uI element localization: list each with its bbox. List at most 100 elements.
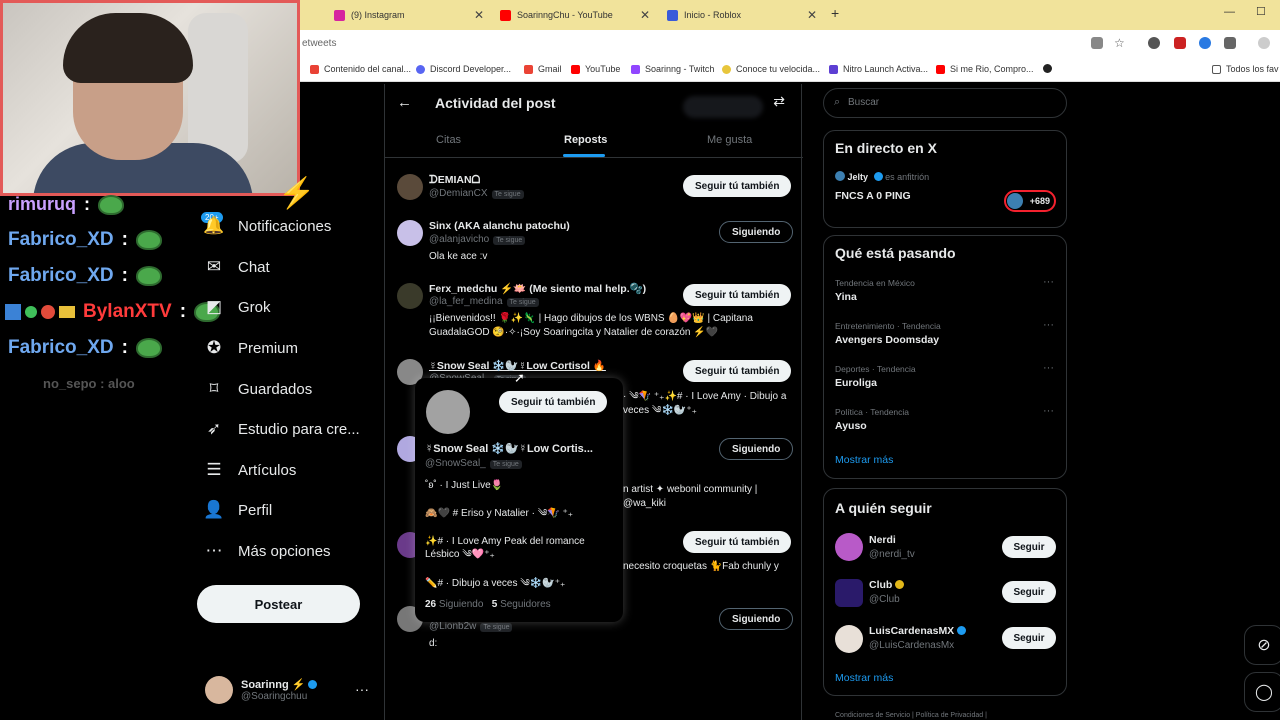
puzzle-icon[interactable] (1224, 37, 1236, 49)
nav-item-notifications[interactable]: 🔔 Notificaciones (200, 216, 331, 236)
follow-button[interactable]: Seguir (1002, 627, 1056, 649)
footer-links[interactable]: Condiciones de Servicio | Política de Pr… (835, 712, 987, 719)
user-bio: · ༄🪁 ⁺₊✨# · I Love Amy · Dibujo a veces … (623, 391, 787, 416)
messages-shortcut-icon[interactable]: ◯ (1244, 672, 1280, 712)
bookmark-item[interactable]: Gmail (524, 64, 562, 74)
follow-back-button[interactable]: Seguir tú también (683, 175, 792, 197)
close-icon[interactable]: ✕ (640, 8, 650, 22)
bookmark-item[interactable]: Contenido del canal... (310, 64, 411, 74)
more-options-icon: ⋯ (205, 541, 223, 560)
avatar (835, 533, 863, 561)
more-icon[interactable]: ··· (1043, 276, 1054, 288)
divider (385, 157, 803, 158)
more-icon[interactable]: ··· (355, 681, 369, 697)
nav-item-bookmarks[interactable]: ⌑ Guardados (200, 379, 313, 399)
star-icon[interactable]: ☆ (1114, 36, 1125, 50)
more-icon[interactable]: ··· (1043, 405, 1054, 417)
user-handle: @SnowSeal_Te sigue (425, 458, 522, 469)
follow-back-button[interactable]: Seguir tú también (499, 391, 608, 413)
nav-item-more-options[interactable]: ⋯ Más opciones (200, 541, 331, 561)
more-icon[interactable]: ··· (1043, 319, 1054, 331)
maximize-icon[interactable]: ☐ (1256, 5, 1266, 18)
grok-shortcut-icon[interactable]: ⊘ (1244, 625, 1280, 665)
chair (188, 13, 248, 163)
tab-label: (9) Instagram (351, 10, 405, 20)
user-row[interactable]: Ferx_medchu ⚡🪷 (Me siento mal help.🫧) @l… (385, 281, 803, 347)
search-input[interactable]: Buscar (848, 97, 879, 108)
nav-item-premium[interactable]: ✪ Premium (200, 338, 298, 358)
profile-avatar-icon[interactable] (1258, 37, 1270, 49)
user-row[interactable]: ᗪEMIANᗝ @DemianCX Te sigue Seguir tú tamb… (385, 172, 803, 212)
user-bio: necesito croquetas 🐈Fab chunly y (623, 561, 779, 572)
bookmark-icon (310, 64, 319, 74)
nav-item-creator-studio[interactable]: ➶ Estudio para cre... (200, 419, 360, 439)
speedtest-icon (722, 64, 731, 74)
user-name: Ferx_medchu ⚡🪷 (Me siento mal help.🫧) (429, 283, 647, 295)
extension-icon[interactable] (1174, 37, 1186, 49)
bookmark-item[interactable]: Nitro Launch Activa... (829, 64, 928, 74)
back-arrow-icon[interactable]: ← (397, 94, 412, 111)
tab-youtube[interactable]: SoarinngChu - YouTube ✕ (500, 4, 650, 26)
show-more-link[interactable]: Mostrar más (835, 454, 893, 466)
tab-reposts[interactable]: Reposts (564, 134, 607, 146)
live-stream-title[interactable]: FNCS A 0 PING (835, 190, 911, 202)
follow-stats[interactable]: 26 Siguiendo 5 Seguidores (425, 599, 551, 610)
follow-back-button[interactable]: Seguir tú también (683, 531, 792, 553)
tab-quotes[interactable]: Citas (436, 134, 461, 146)
following-button[interactable]: Siguiendo (719, 608, 794, 630)
bookmark-item[interactable]: Soarinng - Twitch (631, 64, 714, 74)
trend-meta: Tendencia en México (835, 278, 915, 288)
install-icon[interactable] (1091, 37, 1103, 49)
bookmarks-folder[interactable]: Todos los fav (1212, 64, 1279, 74)
trend-name[interactable]: Ayuso (835, 420, 867, 432)
following-button[interactable]: Siguiendo (719, 221, 794, 243)
trend-name[interactable]: Avengers Doomsday (835, 334, 939, 346)
close-icon[interactable]: ✕ (474, 8, 484, 22)
bookmark-item[interactable]: Si me Rio, Compro... (936, 64, 1034, 74)
bookmark-item[interactable]: YouTube (571, 64, 620, 74)
follow-button[interactable]: Seguir (1002, 581, 1056, 603)
suggested-user-name[interactable]: LuisCardenasMX (869, 625, 967, 637)
tab-roblox[interactable]: Inicio - Roblox ✕ (667, 4, 817, 26)
follows-you-tag: Te sigue (489, 460, 522, 469)
profile-hover-card[interactable]: Seguir tú también ☿Snow Seal ❄️🦭☿Low Cor… (415, 378, 623, 622)
url-text[interactable]: etweets (302, 38, 336, 49)
show-more-link[interactable]: Mostrar más (835, 672, 893, 684)
suggested-user-name[interactable]: Club (869, 579, 905, 591)
more-icon[interactable]: ··· (1043, 362, 1054, 374)
account-switcher[interactable]: Soarinng ⚡ @Soaringchuu ··· (205, 673, 375, 707)
following-button[interactable]: Siguiendo (719, 438, 794, 460)
nav-item-profile[interactable]: 👤 Perfil (200, 500, 272, 520)
user-row[interactable]: Sinx (AKA alanchu patochu) @alanjavicho T… (385, 218, 803, 268)
follow-back-button[interactable]: Seguir tú también (683, 360, 792, 382)
verified-icon (957, 626, 967, 635)
suggested-user-name[interactable]: Nerdi (869, 534, 896, 546)
close-icon[interactable]: ✕ (807, 8, 817, 22)
chat-username: rimuruq (8, 194, 77, 214)
bookmark-item[interactable]: Conoce tu velocida... (722, 64, 820, 74)
live-listener-count[interactable]: +689 (1004, 190, 1056, 212)
follow-back-button[interactable]: Seguir tú también (683, 284, 792, 306)
user-handle: @DemianCX Te sigue (429, 188, 524, 199)
new-tab-icon[interactable]: + (831, 5, 839, 21)
trend-name[interactable]: Yina (835, 291, 857, 303)
extension-icon[interactable] (1199, 37, 1211, 49)
pepe-emote-icon (98, 194, 125, 215)
avatar (835, 579, 863, 607)
nav-item-chat[interactable]: ✉ Chat (200, 257, 270, 277)
user-bio: n artist ✦ webonil community | @wa_kiki (623, 484, 758, 509)
minimize-icon[interactable]: — (1224, 6, 1235, 18)
bookmark-item[interactable] (1043, 64, 1057, 73)
follow-button[interactable]: Seguir (1002, 536, 1056, 558)
settings-icon[interactable]: ⇄ (773, 93, 785, 110)
bookmark-item[interactable]: Discord Developer... (416, 64, 511, 74)
post-button[interactable]: Postear (197, 585, 360, 623)
nav-item-articles[interactable]: ☰ Artículos (200, 460, 296, 480)
youtube-icon (500, 9, 511, 21)
tab-instagram[interactable]: (9) Instagram ✕ (334, 4, 484, 26)
tab-likes[interactable]: Me gusta (707, 134, 752, 146)
nav-item-grok[interactable]: ◩ Grok (200, 297, 271, 317)
search-box[interactable]: ⌕ Buscar (823, 88, 1067, 118)
extension-icon[interactable] (1148, 37, 1160, 49)
trend-name[interactable]: Euroliga (835, 377, 877, 389)
